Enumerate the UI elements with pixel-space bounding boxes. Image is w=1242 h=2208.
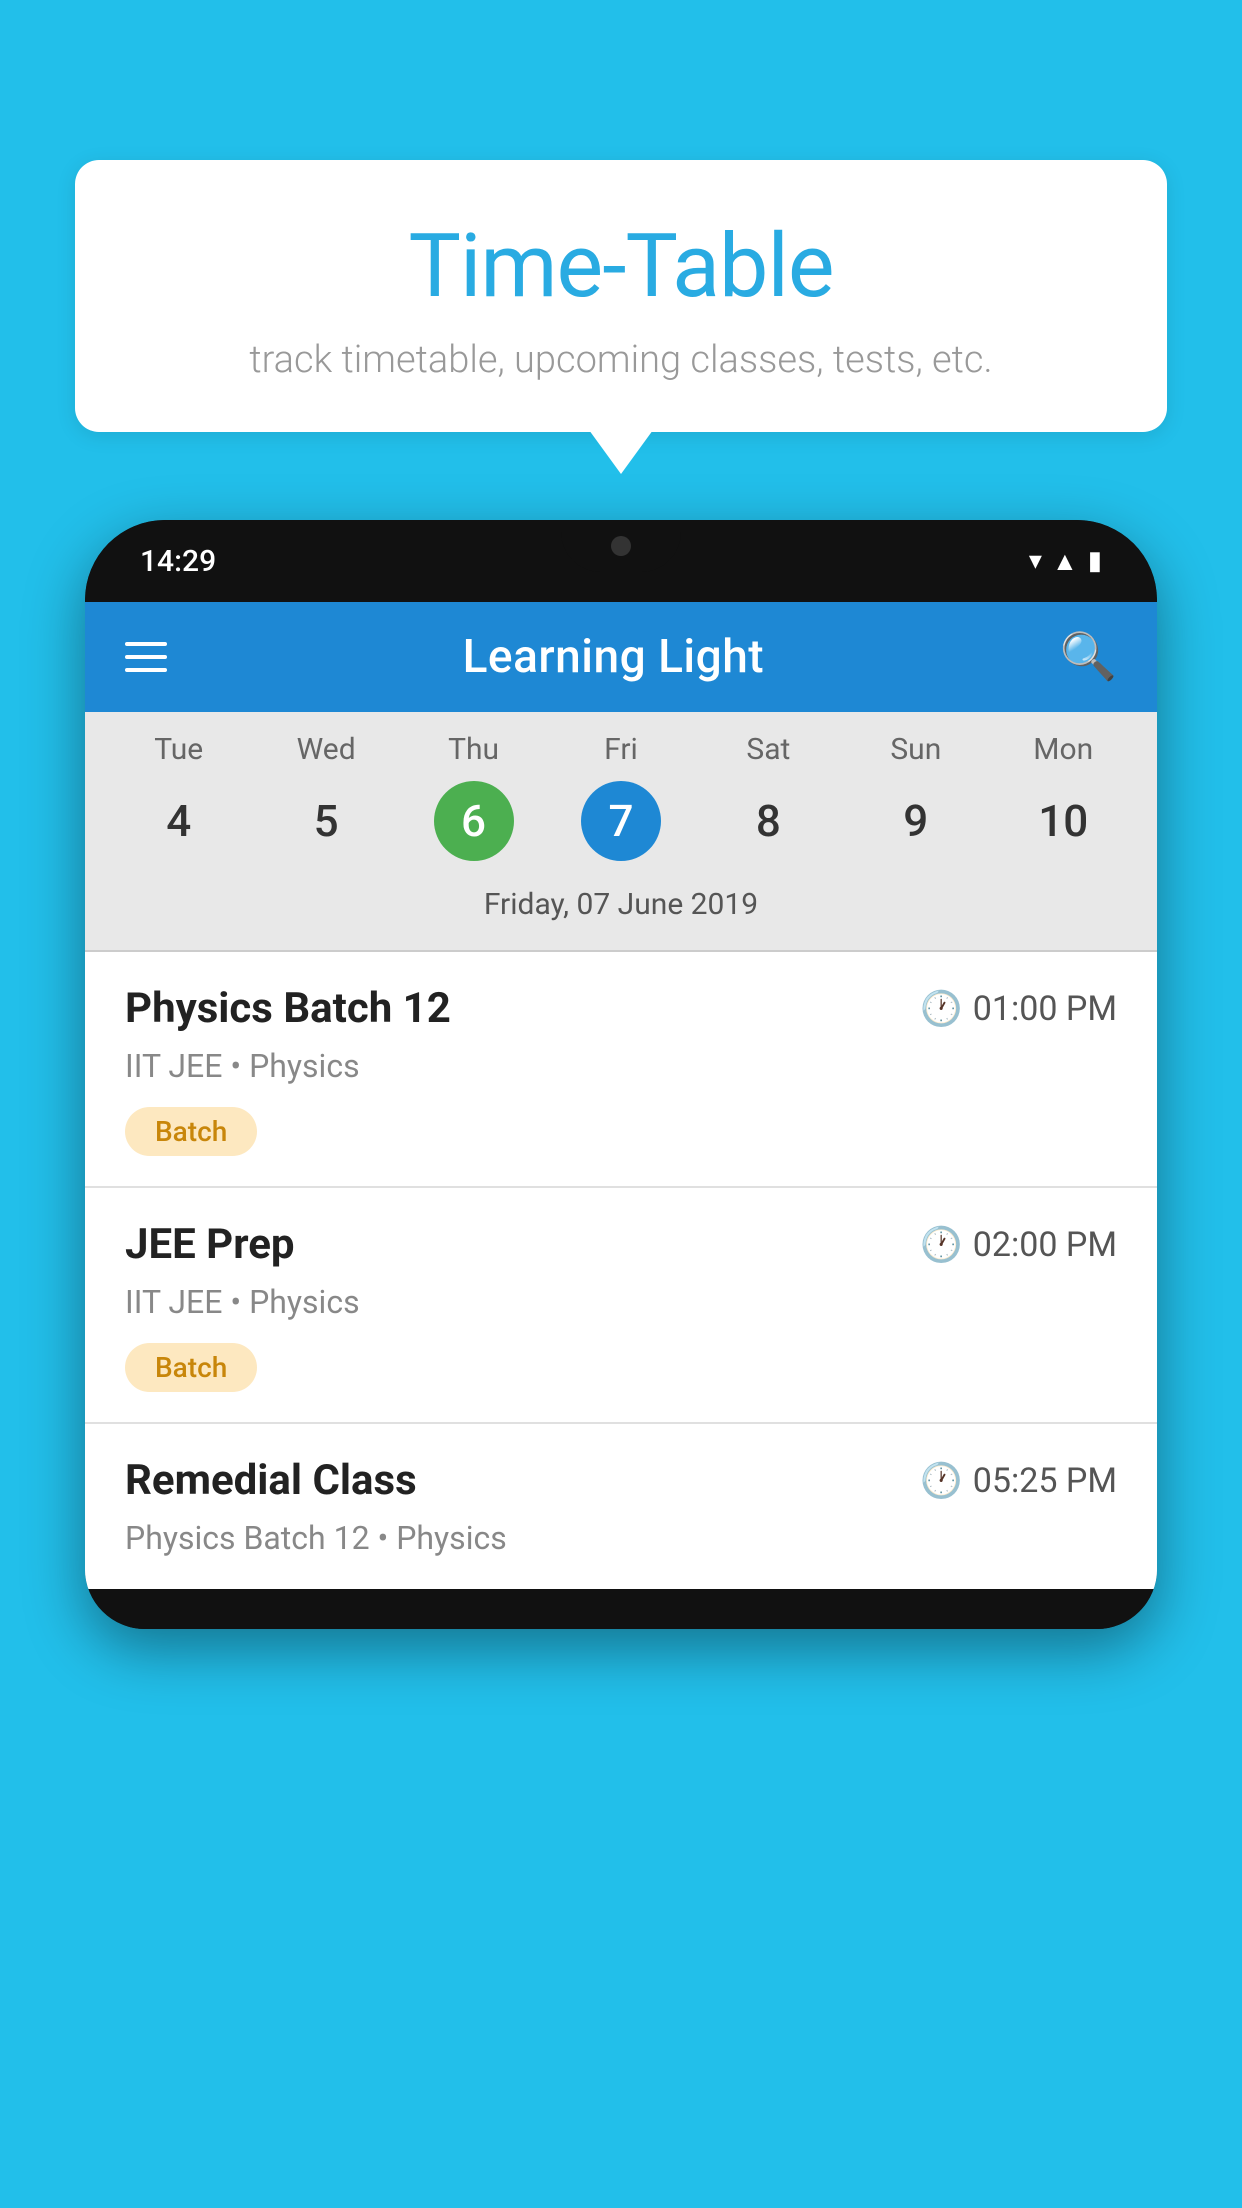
day-col-fri[interactable]: Fri 7 (556, 732, 686, 861)
clock-icon: 🕐 (920, 1461, 962, 1501)
day-col-mon[interactable]: Mon 10 (998, 732, 1128, 861)
day-name: Sat (746, 732, 790, 767)
status-icons: ▾ ▲ ▮ (1029, 546, 1102, 577)
class-time: 🕐 05:25 PM (920, 1461, 1117, 1501)
speech-bubble: Time-Table track timetable, upcoming cla… (75, 160, 1167, 432)
status-bar: 14:29 ▾ ▲ ▮ (85, 520, 1157, 602)
speech-bubble-container: Time-Table track timetable, upcoming cla… (75, 160, 1167, 432)
app-title: Learning Light (463, 630, 765, 684)
day-number: 9 (876, 781, 956, 861)
class-header: Physics Batch 12 🕐 01:00 PM (125, 984, 1117, 1033)
class-info: IIT JEE • Physics (125, 1283, 1117, 1321)
day-name: Wed (297, 732, 356, 767)
day-number: 6 (434, 781, 514, 861)
status-time: 14:29 (140, 544, 216, 579)
bubble-title: Time-Table (135, 215, 1107, 318)
classes-container: Physics Batch 12 🕐 01:00 PM IIT JEE • Ph… (85, 952, 1157, 1589)
days-row: Tue 4 Wed 5 Thu 6 Fri 7 Sat 8 Sun 9 Mon … (85, 732, 1157, 861)
phone-notch (561, 520, 681, 572)
clock-icon: 🕐 (920, 989, 962, 1029)
day-name: Tue (154, 732, 203, 767)
class-header: Remedial Class 🕐 05:25 PM (125, 1456, 1117, 1505)
day-number: 7 (581, 781, 661, 861)
day-col-tue[interactable]: Tue 4 (114, 732, 244, 861)
day-col-sun[interactable]: Sun 9 (851, 732, 981, 861)
batch-badge: Batch (125, 1343, 257, 1392)
class-item-1[interactable]: JEE Prep 🕐 02:00 PM IIT JEE • Physics Ba… (85, 1188, 1157, 1424)
phone-bottom-bar (85, 1589, 1157, 1629)
calendar-strip: Tue 4 Wed 5 Thu 6 Fri 7 Sat 8 Sun 9 Mon … (85, 712, 1157, 950)
selected-date: Friday, 07 June 2019 (85, 877, 1157, 940)
day-number: 5 (286, 781, 366, 861)
day-col-wed[interactable]: Wed 5 (261, 732, 391, 861)
day-col-thu[interactable]: Thu 6 (409, 732, 539, 861)
battery-icon: ▮ (1088, 546, 1102, 576)
clock-icon: 🕐 (920, 1225, 962, 1265)
class-item-0[interactable]: Physics Batch 12 🕐 01:00 PM IIT JEE • Ph… (85, 952, 1157, 1188)
day-name: Mon (1033, 732, 1093, 767)
day-col-sat[interactable]: Sat 8 (703, 732, 833, 861)
class-item-2[interactable]: Remedial Class 🕐 05:25 PM Physics Batch … (85, 1424, 1157, 1589)
phone-frame: 14:29 ▾ ▲ ▮ Learning Light 🔍 (85, 520, 1157, 1629)
class-name: Remedial Class (125, 1456, 417, 1505)
class-header: JEE Prep 🕐 02:00 PM (125, 1220, 1117, 1269)
batch-badge: Batch (125, 1107, 257, 1156)
day-name: Sun (890, 732, 941, 767)
day-name: Thu (448, 732, 499, 767)
wifi-icon: ▾ (1029, 546, 1042, 576)
day-number: 10 (1023, 781, 1103, 861)
phone-wrapper: 14:29 ▾ ▲ ▮ Learning Light 🔍 (85, 520, 1157, 2208)
day-name: Fri (604, 732, 638, 767)
hamburger-line-3 (125, 668, 167, 672)
hamburger-line-2 (125, 655, 167, 659)
class-name: JEE Prep (125, 1220, 295, 1269)
class-info: IIT JEE • Physics (125, 1047, 1117, 1085)
signal-icon: ▲ (1052, 546, 1078, 577)
app-bar: Learning Light 🔍 (85, 602, 1157, 712)
phone-screen: Learning Light 🔍 Tue 4 Wed 5 Thu 6 Fri 7… (85, 602, 1157, 1589)
class-time: 🕐 01:00 PM (920, 989, 1117, 1029)
day-number: 4 (139, 781, 219, 861)
hamburger-line-1 (125, 642, 167, 646)
bubble-subtitle: track timetable, upcoming classes, tests… (135, 338, 1107, 382)
class-time: 🕐 02:00 PM (920, 1225, 1117, 1265)
class-name: Physics Batch 12 (125, 984, 451, 1033)
day-number: 8 (728, 781, 808, 861)
camera-dot (611, 536, 631, 556)
menu-button[interactable] (125, 642, 167, 672)
class-info: Physics Batch 12 • Physics (125, 1519, 1117, 1557)
search-button[interactable]: 🔍 (1060, 630, 1117, 684)
